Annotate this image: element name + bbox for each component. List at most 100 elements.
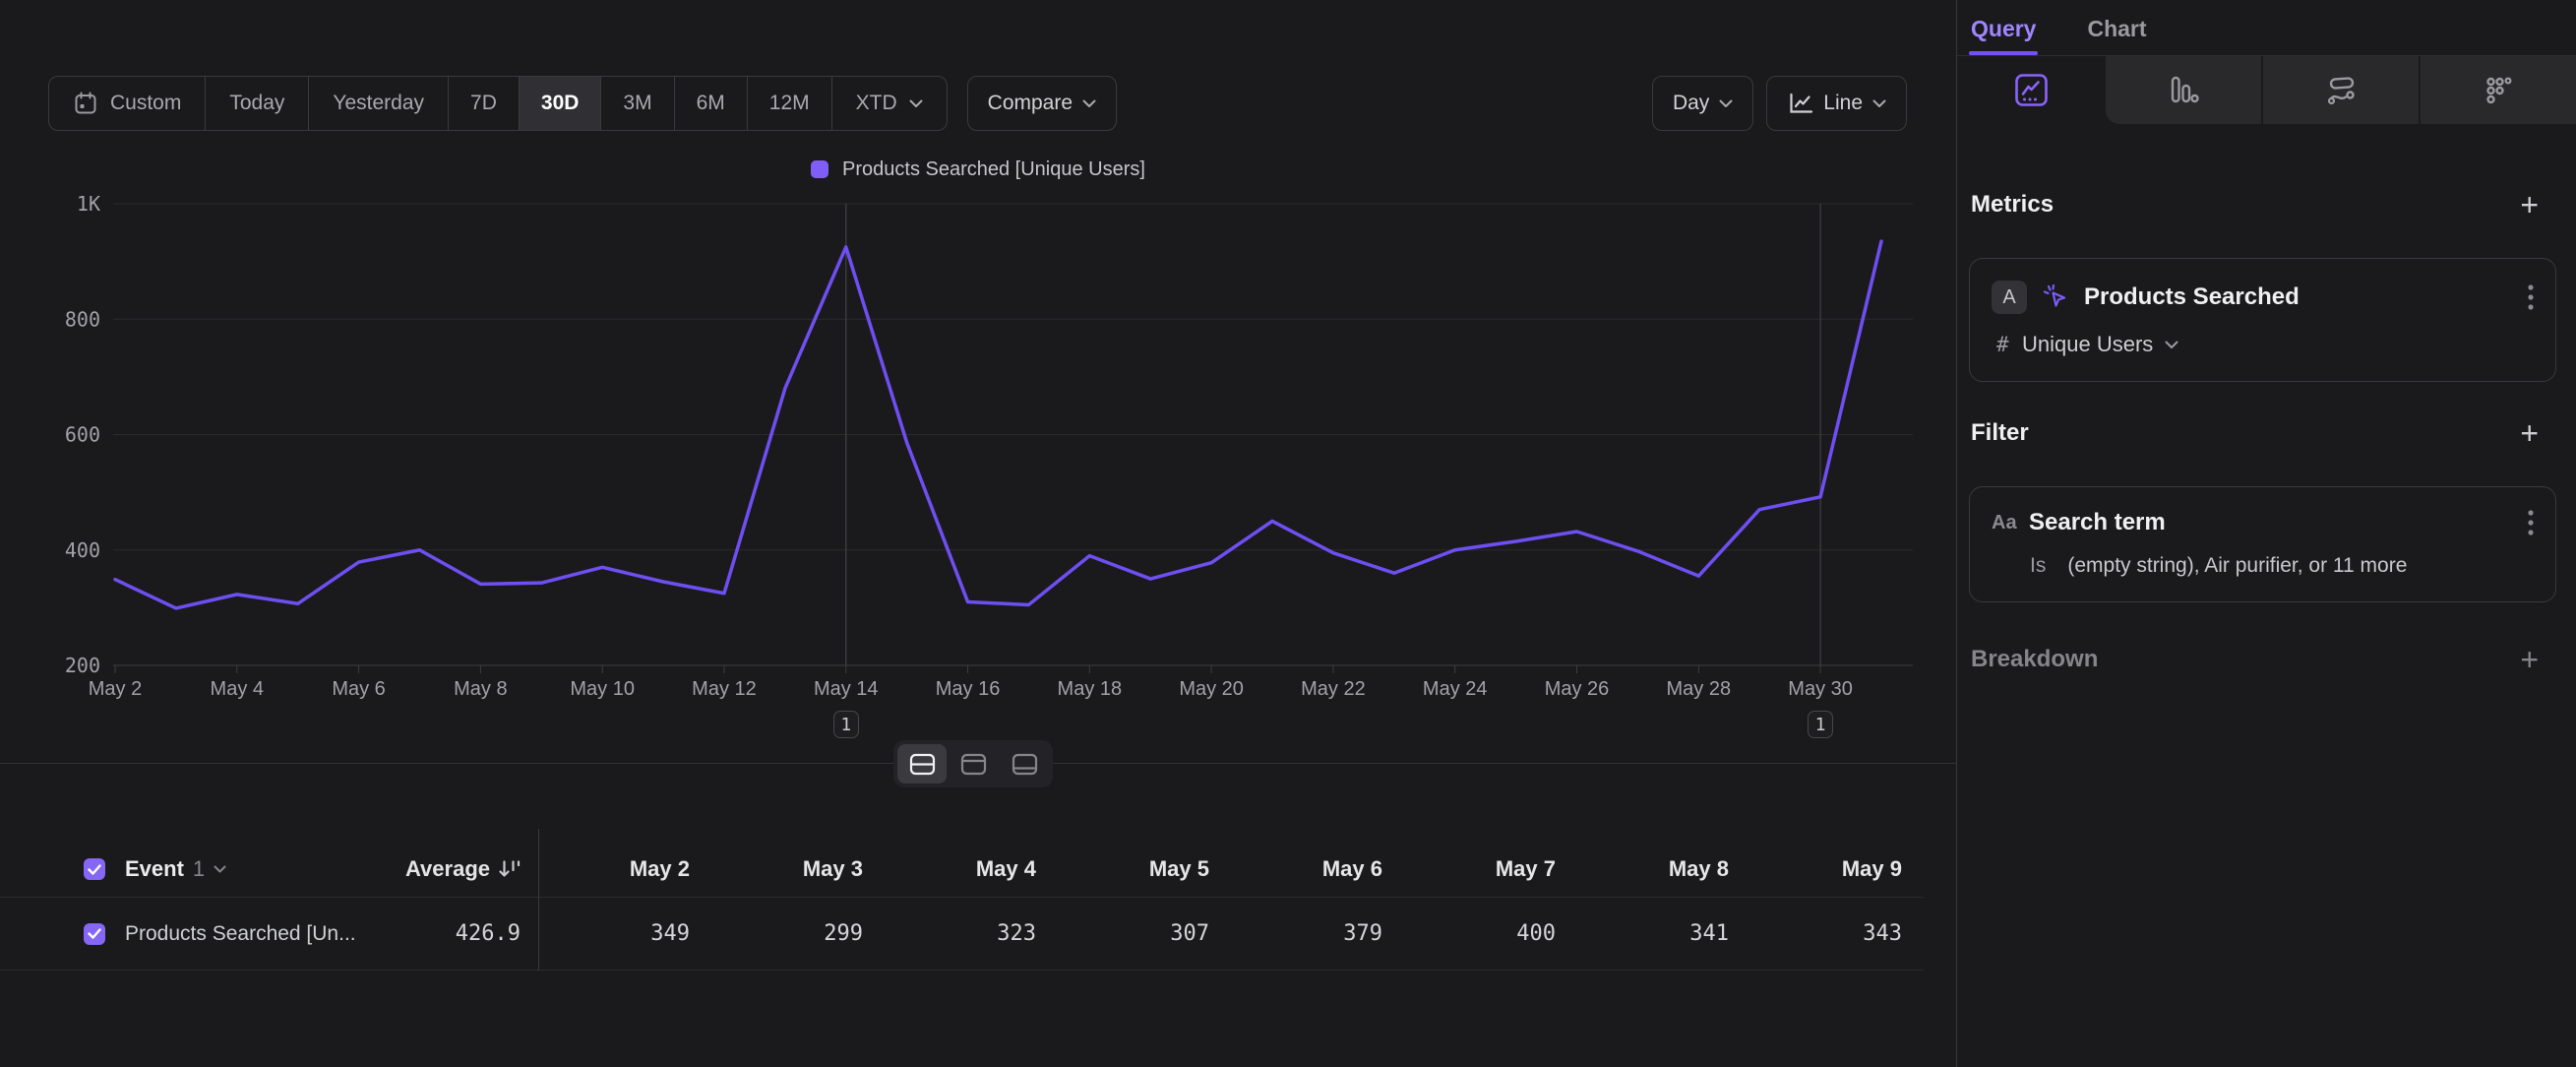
- date-column-header[interactable]: May 4: [885, 856, 1058, 882]
- funnels-icon: [2167, 74, 2200, 107]
- toolbar: Custom Today Yesterday7D30D 3M 6M12M XTD Comp…: [48, 76, 1907, 131]
- chart-box: 2004006008001KMay 2May 4May 6May 8May 10…: [30, 187, 1925, 744]
- sidebar-tabs: Query Chart: [1957, 0, 2576, 55]
- filter-heading: Filter: [1971, 419, 2029, 447]
- chart-only-icon: [960, 753, 987, 776]
- view-tab-strip: [2106, 56, 2576, 124]
- view-tab-insights[interactable]: [1957, 56, 2106, 124]
- retention-icon: [2482, 74, 2515, 107]
- date-column-header[interactable]: May 6: [1231, 856, 1404, 882]
- range-button-12m[interactable]: 12M: [748, 77, 832, 130]
- cell-value: 379: [1231, 921, 1404, 946]
- range-button-xtd[interactable]: XTD: [832, 77, 947, 130]
- annotation-badge[interactable]: 1: [833, 711, 859, 738]
- tab-query[interactable]: Query: [1971, 16, 2036, 55]
- range-button-7d[interactable]: 7D: [449, 77, 520, 130]
- average-column-header[interactable]: Average: [405, 856, 521, 882]
- y-axis-tick-label: 200: [65, 654, 100, 677]
- date-column-header[interactable]: May 7: [1404, 856, 1577, 882]
- table-row[interactable]: Products Searched [Un... 426.9 349299323…: [0, 898, 1924, 971]
- filter-condition-row: Is (empty string), Air purifier, or 11 m…: [1992, 554, 2534, 578]
- add-metric-button[interactable]: +: [2520, 189, 2539, 220]
- date-column-header[interactable]: May 2: [538, 856, 711, 882]
- filter-operator[interactable]: Is: [2030, 554, 2046, 578]
- chart-type-dropdown[interactable]: Line: [1766, 76, 1907, 131]
- x-axis-tick-label: May 30: [1788, 678, 1853, 700]
- event-column-header[interactable]: Event 1: [125, 856, 226, 882]
- chevron-down-icon: [909, 99, 923, 108]
- event-count: 1: [193, 856, 205, 882]
- legend-swatch: [811, 160, 828, 178]
- kebab-icon: [2528, 284, 2534, 310]
- metric-kebab-menu[interactable]: [2528, 284, 2534, 310]
- metric-name: Products Searched: [2084, 283, 2300, 311]
- filter-card-row: Aa Search term: [1992, 509, 2534, 536]
- view-tab-flows[interactable]: [2261, 56, 2419, 124]
- granularity-dropdown[interactable]: Day: [1652, 76, 1753, 131]
- text-property-icon: Aa: [1992, 512, 2027, 534]
- date-column-header[interactable]: May 8: [1577, 856, 1750, 882]
- line-chart[interactable]: 2004006008001KMay 2May 4May 6May 8May 10…: [30, 187, 1925, 709]
- metrics-section-header: Metrics +: [1957, 189, 2576, 220]
- breakdown-section-header: Breakdown +: [1957, 644, 2576, 675]
- layout-chart-only-button[interactable]: [949, 744, 998, 784]
- event-label: Event: [125, 856, 184, 882]
- results-table: Event 1 Average May 2May 3May 4May 5May …: [0, 842, 1924, 971]
- table-header-main-cell: Event 1 Average: [0, 856, 538, 882]
- y-axis-tick-label: 800: [65, 307, 100, 331]
- check-icon: [88, 928, 101, 939]
- event-click-icon: [2041, 282, 2070, 312]
- cell-value: 323: [885, 921, 1058, 946]
- range-button-6m[interactable]: 6M: [675, 77, 748, 130]
- granularity-label: Day: [1673, 92, 1709, 115]
- range-button-custom[interactable]: Custom: [49, 77, 206, 130]
- average-value: 426.9: [456, 921, 521, 946]
- metric-aggregation-row: # Unique Users: [1992, 332, 2534, 357]
- range-button-3m[interactable]: 3M: [601, 77, 674, 130]
- y-axis-tick-label: 400: [65, 538, 100, 562]
- view-tab-funnels[interactable]: [2106, 56, 2261, 124]
- table-only-icon: [1012, 753, 1038, 776]
- range-button-30d[interactable]: 30D: [520, 77, 602, 130]
- range-label: Custom: [110, 92, 181, 115]
- date-column-header[interactable]: May 9: [1750, 856, 1924, 882]
- range-label: Today: [229, 92, 284, 115]
- cell-value: 400: [1404, 921, 1577, 946]
- toolbar-right: Day Line: [1652, 76, 1907, 131]
- table-column-divider: [538, 829, 539, 971]
- aggregation-dropdown[interactable]: Unique Users: [2022, 332, 2153, 357]
- split-view-icon: [909, 753, 936, 776]
- add-filter-button[interactable]: +: [2520, 417, 2539, 449]
- layout-table-only-button[interactable]: [1000, 744, 1049, 784]
- date-column-header[interactable]: May 5: [1058, 856, 1231, 882]
- select-all-checkbox[interactable]: [84, 858, 105, 880]
- x-axis-tick-label: May 4: [211, 678, 264, 700]
- insights-icon: [2014, 73, 2049, 107]
- view-tab-retention[interactable]: [2419, 56, 2576, 124]
- series-line[interactable]: [115, 241, 1881, 608]
- metric-card[interactable]: A Products Searched # Unique Users: [1969, 258, 2556, 382]
- add-breakdown-button[interactable]: +: [2520, 644, 2539, 675]
- filter-value[interactable]: (empty string), Air purifier, or 11 more: [2067, 554, 2407, 578]
- x-axis-tick-label: May 14: [814, 678, 879, 700]
- chevron-down-icon: [1872, 99, 1886, 108]
- range-label: XTD: [856, 92, 897, 115]
- table-header-row: Event 1 Average May 2May 3May 4May 5May …: [0, 842, 1924, 898]
- x-axis-tick-label: May 12: [692, 678, 757, 700]
- x-axis-tick-label: May 18: [1058, 678, 1123, 700]
- x-axis-tick-label: May 24: [1423, 678, 1488, 700]
- tab-chart[interactable]: Chart: [2087, 16, 2146, 55]
- range-label: 3M: [623, 92, 651, 115]
- filter-card[interactable]: Aa Search term Is (empty string), Air pu…: [1969, 486, 2556, 602]
- line-chart-icon: [1787, 92, 1813, 115]
- x-axis-tick-label: May 6: [332, 678, 385, 700]
- range-button-yesterday[interactable]: Yesterday: [309, 77, 449, 130]
- range-button-today[interactable]: Today: [206, 77, 309, 130]
- date-column-header[interactable]: May 3: [711, 856, 885, 882]
- annotation-badge[interactable]: 1: [1808, 711, 1833, 738]
- row-checkbox[interactable]: [84, 923, 105, 945]
- filter-kebab-menu[interactable]: [2528, 510, 2534, 535]
- layout-split-view-button[interactable]: [897, 744, 947, 784]
- compare-button[interactable]: Compare: [967, 76, 1117, 131]
- x-axis-tick-label: May 20: [1179, 678, 1244, 700]
